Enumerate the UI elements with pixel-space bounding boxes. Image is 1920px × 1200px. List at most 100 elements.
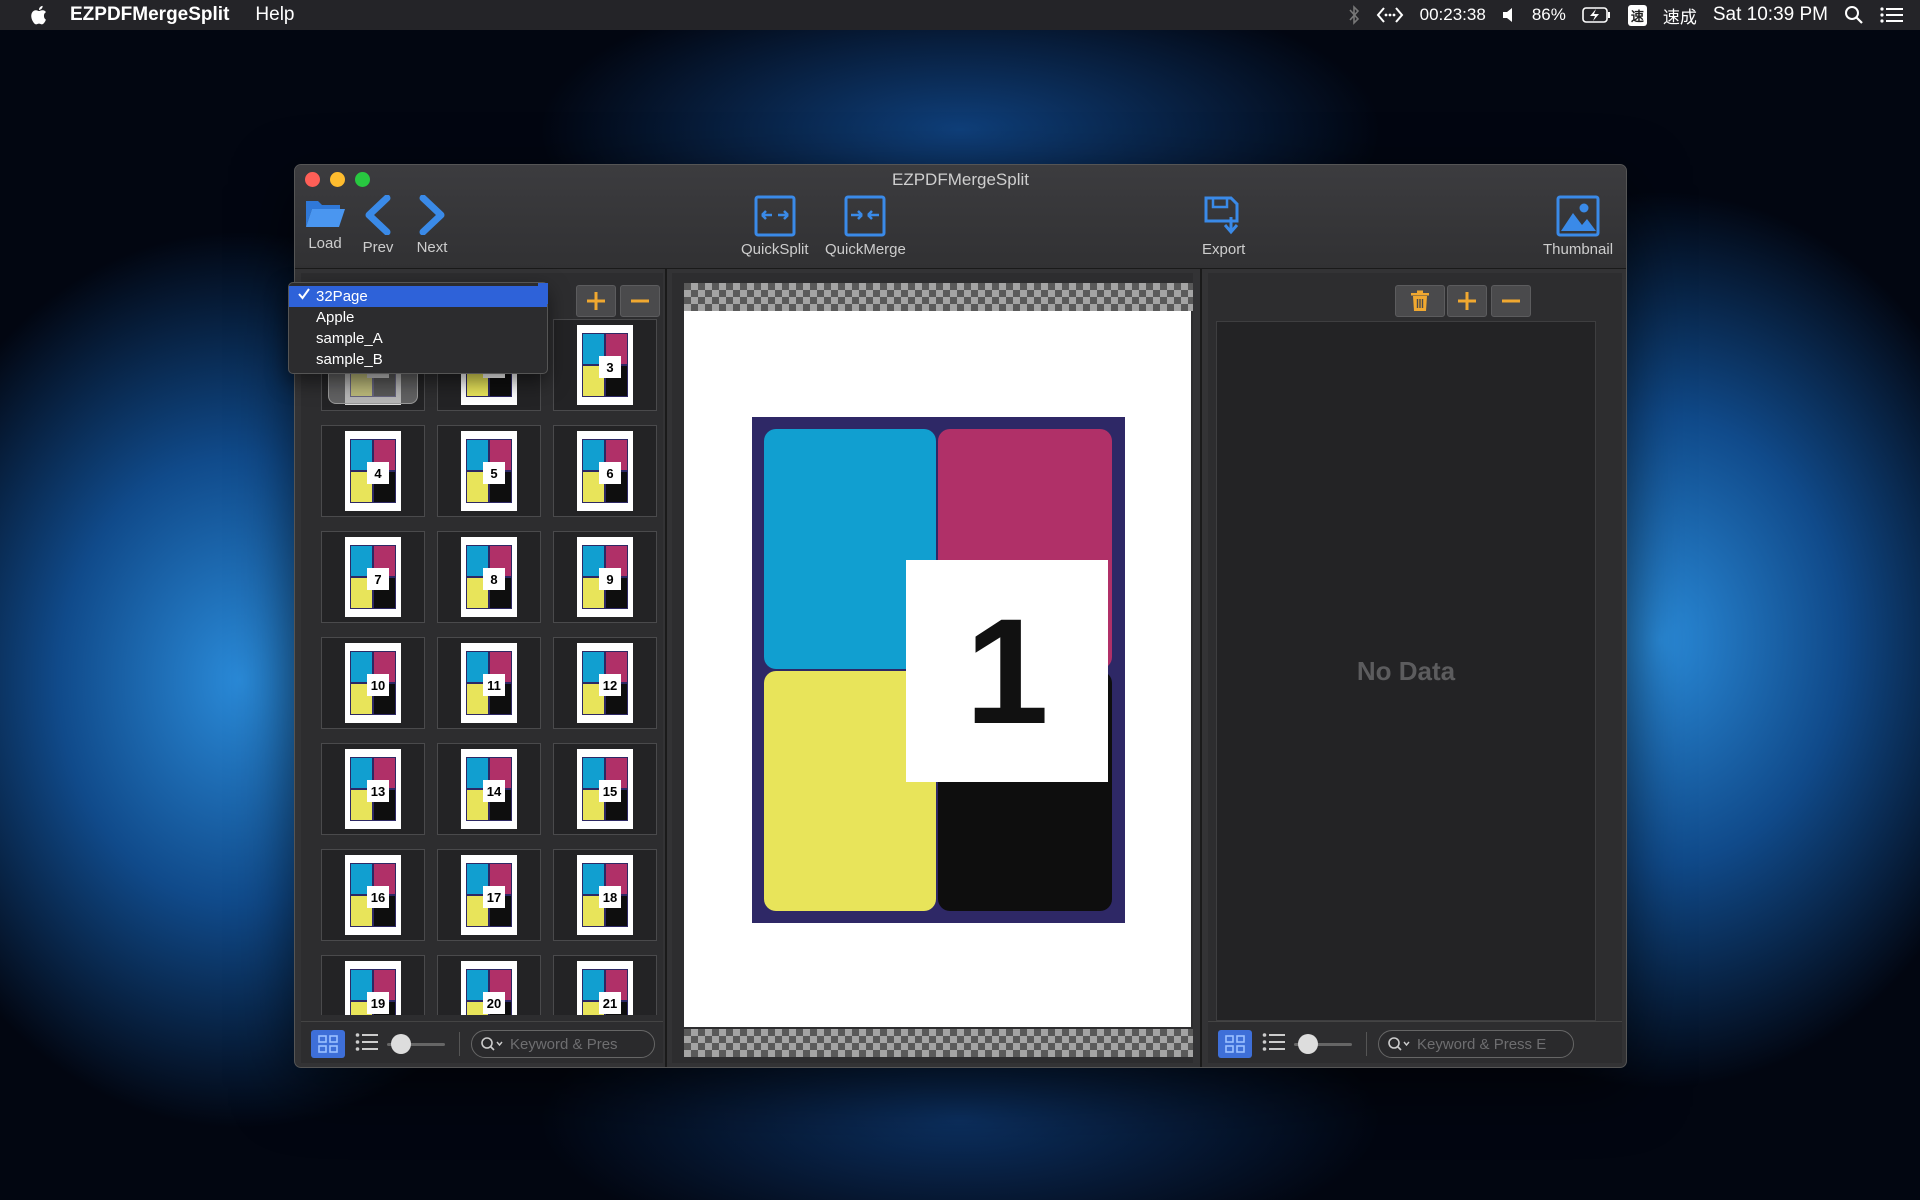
footer-separator: [1366, 1032, 1367, 1056]
thumbnail-page-image: 10: [345, 643, 401, 723]
add-file-button[interactable]: [576, 285, 616, 317]
output-panel-footer: [1208, 1021, 1622, 1063]
window-titlebar: EZPDFMergeSplit Load Prev Next QuickSpli…: [295, 165, 1626, 269]
pages-search-input[interactable]: [510, 1035, 650, 1053]
output-search-field[interactable]: [1378, 1030, 1574, 1058]
ime-label[interactable]: 速成: [1663, 3, 1697, 28]
next-button[interactable]: Next: [415, 195, 449, 256]
folder-icon: [306, 201, 345, 227]
page-thumbnail[interactable]: 6: [553, 425, 657, 517]
save-export-icon: [1204, 196, 1239, 235]
page-thumbnail[interactable]: 4: [321, 425, 425, 517]
left-divider[interactable]: [665, 269, 667, 1067]
thumbnail-page-image: 4: [345, 431, 401, 511]
thumbnail-artwork: 16: [350, 863, 396, 927]
apple-logo-icon[interactable]: [28, 4, 48, 26]
export-button[interactable]: Export: [1202, 195, 1245, 258]
footer-separator: [459, 1032, 460, 1056]
page-thumbnail[interactable]: 15: [553, 743, 657, 835]
thumbnail-page-number: 11: [483, 674, 505, 696]
thumbnail-page-image: 7: [345, 537, 401, 617]
thumbnail-page-image: 18: [577, 855, 633, 935]
thumbnail-artwork: 10: [350, 651, 396, 715]
page-thumbnail[interactable]: 11: [437, 637, 541, 729]
chevron-right-icon: [419, 195, 445, 235]
delete-button[interactable]: [1395, 285, 1445, 317]
page-thumbnail[interactable]: 21: [553, 955, 657, 1015]
thumbnail-artwork: 12: [582, 651, 628, 715]
pages-panel-footer: [301, 1021, 663, 1063]
thumbnail-size-slider-knob[interactable]: [391, 1034, 411, 1054]
quickmerge-button[interactable]: QuickMerge: [825, 195, 906, 258]
thumbnail-page-image: 11: [461, 643, 517, 723]
page-thumbnail[interactable]: 5: [437, 425, 541, 517]
thumbnail-page-image: 8: [461, 537, 517, 617]
thumbnail-page-number: 19: [367, 992, 389, 1014]
load-button[interactable]: Load: [304, 195, 346, 252]
menu-app-name[interactable]: EZPDFMergeSplit: [70, 4, 229, 26]
thumbnail-page-image: 19: [345, 961, 401, 1015]
thumbnail-artwork: 3: [582, 333, 628, 397]
dropdown-item-apple[interactable]: Apple: [289, 307, 547, 328]
output-size-slider-knob[interactable]: [1298, 1034, 1318, 1054]
page-thumbnail[interactable]: 16: [321, 849, 425, 941]
page-thumbnail[interactable]: 17: [437, 849, 541, 941]
grid-view-button[interactable]: [311, 1030, 345, 1058]
dropdown-item-32page[interactable]: 32Page: [289, 286, 547, 307]
image-icon: [1556, 195, 1600, 237]
thumbnail-page-number: 12: [599, 674, 621, 696]
battery-charging-icon[interactable]: [1582, 6, 1612, 24]
page-thumbnail[interactable]: 10: [321, 637, 425, 729]
remove-output-button[interactable]: [1491, 285, 1531, 317]
remove-file-button[interactable]: [620, 285, 660, 317]
page-thumbnail[interactable]: 3: [553, 319, 657, 411]
right-divider[interactable]: [1200, 269, 1202, 1067]
thumbnail-page-image: 14: [461, 749, 517, 829]
ime-badge[interactable]: 速: [1627, 4, 1647, 26]
volume-icon[interactable]: [1502, 7, 1516, 23]
thumbnail-button[interactable]: Thumbnail: [1543, 195, 1613, 258]
pages-search-field[interactable]: [471, 1030, 655, 1058]
output-search-input[interactable]: [1417, 1035, 1557, 1053]
dropdown-item-label: 32Page: [316, 288, 368, 305]
page-thumbnail[interactable]: 13: [321, 743, 425, 835]
quicksplit-button[interactable]: QuickSplit: [741, 195, 809, 258]
notification-center-icon[interactable]: [1880, 6, 1904, 24]
output-list[interactable]: No Data: [1216, 321, 1596, 1021]
dropdown-item-label: sample_B: [316, 351, 383, 368]
dropdown-item-sample-b[interactable]: sample_B: [289, 349, 547, 370]
spotlight-search-icon[interactable]: [1844, 5, 1864, 25]
dropdown-item-sample-a[interactable]: sample_A: [289, 328, 547, 349]
checkmark-icon: [297, 286, 311, 307]
thumbnail-page-image: 12: [577, 643, 633, 723]
file-select-dropdown[interactable]: 32Page Apple sample_A sample_B: [288, 282, 548, 374]
thumbnail-page-image: 3: [577, 325, 633, 405]
add-output-button[interactable]: [1447, 285, 1487, 317]
dropdown-item-label: sample_A: [316, 330, 383, 347]
list-view-button[interactable]: [355, 1032, 379, 1057]
page-thumbnail[interactable]: 7: [321, 531, 425, 623]
grid-view-button[interactable]: [1218, 1030, 1252, 1058]
thumbnail-page-image: 15: [577, 749, 633, 829]
page-thumbnail[interactable]: 18: [553, 849, 657, 941]
page-thumbnail[interactable]: 9: [553, 531, 657, 623]
page-thumbnail[interactable]: 8: [437, 531, 541, 623]
list-view-button[interactable]: [1262, 1032, 1286, 1057]
remote-access-icon[interactable]: [1376, 5, 1404, 25]
thumbnail-artwork: 15: [582, 757, 628, 821]
page-thumbnail[interactable]: 19: [321, 955, 425, 1015]
thumbnail-page-image: 5: [461, 431, 517, 511]
menu-help[interactable]: Help: [255, 4, 294, 26]
timer-text: 00:23:38: [1419, 5, 1486, 24]
preview-page[interactable]: 1: [684, 311, 1191, 1027]
list-icon: [1262, 1033, 1285, 1051]
bluetooth-icon[interactable]: [1348, 5, 1360, 25]
page-thumbnail[interactable]: 20: [437, 955, 541, 1015]
thumbnail-artwork: 19: [350, 969, 396, 1015]
prev-button[interactable]: Prev: [361, 195, 395, 256]
page-thumbnail[interactable]: 12: [553, 637, 657, 729]
page-thumbnail[interactable]: 14: [437, 743, 541, 835]
thumbnail-artwork: 6: [582, 439, 628, 503]
thumbnail-page-number: 18: [599, 886, 621, 908]
clock[interactable]: Sat 10:39 PM: [1713, 4, 1828, 26]
